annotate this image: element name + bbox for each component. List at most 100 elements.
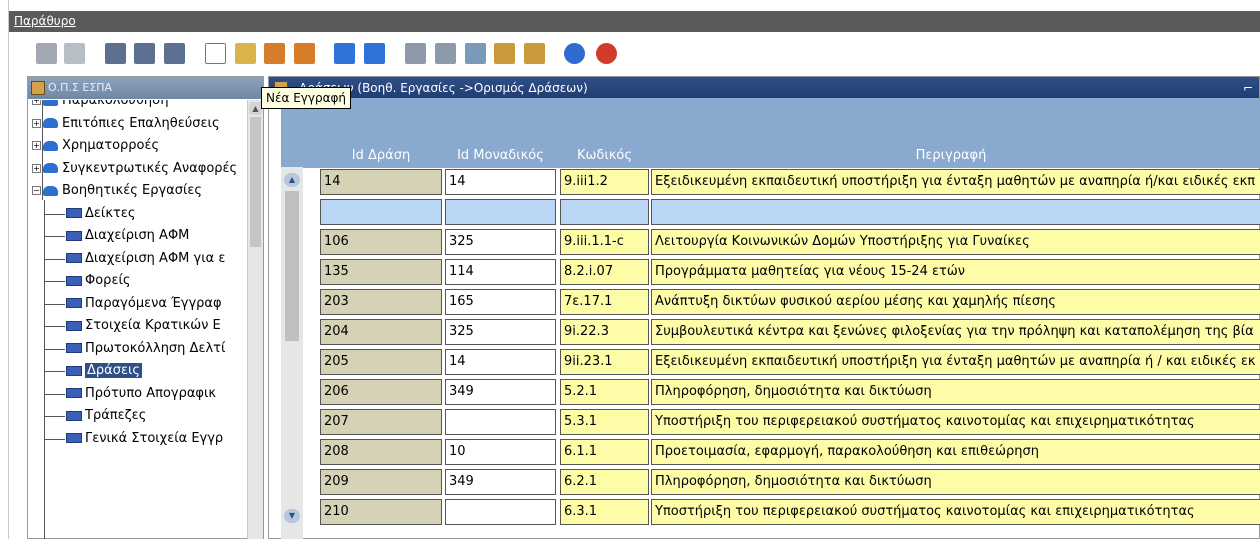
print-button[interactable]: [402, 40, 429, 67]
description-cell[interactable]: Λειτουργία Κοινωνικών Δομών Υποστήριξης …: [651, 229, 1260, 255]
tree-item[interactable]: Γενικά Στοιχεία Εγγρ: [66, 429, 223, 449]
tree-item[interactable]: + Χρηματορροές: [32, 136, 159, 156]
scroll-up-icon[interactable]: ▲: [284, 173, 300, 187]
arrow-down-button[interactable]: [361, 40, 388, 67]
description-cell[interactable]: Ανάπτυξη δικτύων φυσικού αερίου μέσης κα…: [651, 289, 1260, 315]
code-cell[interactable]: 8.2.i.07: [560, 259, 649, 285]
tree-item[interactable]: + Συγκεντρωτικές Αναφορές: [32, 159, 237, 179]
description-cell[interactable]: Προγράμματα μαθητείας για νέους 15-24 ετ…: [651, 259, 1260, 285]
menu-window[interactable]: Παράθυρο: [14, 14, 76, 28]
id-action-cell[interactable]: 106: [320, 229, 442, 255]
scrollbar-thumb[interactable]: [285, 191, 299, 341]
code-cell[interactable]: 9ii.23.1: [560, 349, 649, 375]
code-cell[interactable]: 6.3.1: [560, 499, 649, 525]
expand-icon[interactable]: +: [32, 141, 41, 150]
id-unique-cell[interactable]: 14: [445, 169, 556, 195]
id-unique-cell[interactable]: [445, 409, 556, 435]
delete-row-button[interactable]: [291, 40, 318, 67]
tree-item[interactable]: Δράσεις: [66, 361, 143, 381]
grid-scrollbar[interactable]: ▲ ▼: [281, 167, 303, 539]
exit-button[interactable]: [593, 40, 620, 67]
description-cell[interactable]: [651, 199, 1260, 225]
paste-button[interactable]: [521, 40, 548, 67]
id-action-cell[interactable]: 210: [320, 499, 442, 525]
tree-item[interactable]: Στοιχεία Κρατικών Ε: [66, 316, 221, 336]
tree-connector: [45, 303, 65, 305]
description-cell[interactable]: Εξειδικευμένη εκπαιδευτική υποστήριξη γι…: [651, 349, 1260, 375]
code-cell[interactable]: 9i.22.3: [560, 319, 649, 345]
tree-item-label: Παραγόμενα Έγγραφ: [85, 295, 222, 311]
tree-item[interactable]: Τράπεζες: [66, 406, 146, 426]
print-preview-button[interactable]: [432, 40, 459, 67]
id-unique-cell[interactable]: [445, 199, 556, 225]
tree-item[interactable]: + Παρακολούθηση: [32, 100, 169, 111]
tree-item[interactable]: + Επιτόπιες Επαληθεύσεις: [32, 114, 220, 134]
expand-icon[interactable]: +: [32, 118, 41, 128]
expand-icon[interactable]: +: [32, 100, 41, 105]
tree-item[interactable]: Διαχείριση ΑΦΜ για ε: [66, 249, 225, 269]
code-cell[interactable]: 5.3.1: [560, 409, 649, 435]
blank-page-button[interactable]: [202, 40, 229, 67]
minimize-icon[interactable]: ⌐: [1243, 77, 1253, 99]
check-button[interactable]: [61, 40, 88, 67]
tree-item[interactable]: Δείκτες: [66, 204, 135, 224]
tree-item[interactable]: − Βοηθητικές Εργασίες: [32, 181, 202, 201]
id-unique-cell[interactable]: 10: [445, 439, 556, 465]
id-unique-cell[interactable]: 14: [445, 349, 556, 375]
id-unique-cell[interactable]: 165: [445, 289, 556, 315]
id-action-cell[interactable]: 209: [320, 469, 442, 495]
id-unique-cell[interactable]: 325: [445, 319, 556, 345]
description-cell[interactable]: Υποστήριξη του περιφερειακού συστήματος …: [651, 409, 1260, 435]
id-action-cell[interactable]: [320, 199, 442, 225]
description-cell[interactable]: Προετοιμασία, εφαρμογή, παρακολούθηση κα…: [651, 439, 1260, 465]
tree-scrollbar[interactable]: ▲: [247, 100, 263, 539]
tree-item[interactable]: Πρότυπο Απογραφικ: [66, 384, 216, 404]
copy-button[interactable]: [491, 40, 518, 67]
description-cell[interactable]: Πληροφόρηση, δημοσιότητα και δικτύωση: [651, 469, 1260, 495]
id-action-cell[interactable]: 204: [320, 319, 442, 345]
id-action-cell[interactable]: 135: [320, 259, 442, 285]
id-action-cell[interactable]: 206: [320, 379, 442, 405]
insert-row-button[interactable]: [261, 40, 288, 67]
id-unique-cell[interactable]: 114: [445, 259, 556, 285]
code-cell[interactable]: 9.iii.1.1-c: [560, 229, 649, 255]
description-cell[interactable]: Εξειδικευμένη εκπαιδευτική υποστήριξη γι…: [651, 169, 1260, 195]
edit-button[interactable]: [462, 40, 489, 67]
record-clear-button[interactable]: [131, 40, 158, 67]
id-unique-cell[interactable]: 325: [445, 229, 556, 255]
description-cell[interactable]: Συμβουλευτικά κέντρα και ξενώνες φιλοξεν…: [651, 319, 1260, 345]
description-cell[interactable]: Υποστήριξη του περιφερειακού συστήματος …: [651, 499, 1260, 525]
id-action-cell[interactable]: 205: [320, 349, 442, 375]
scrollbar-thumb[interactable]: [250, 117, 261, 247]
id-action-cell[interactable]: 203: [320, 289, 442, 315]
collapse-icon[interactable]: −: [32, 186, 41, 195]
tree-item-label: Παρακολούθηση: [62, 100, 169, 108]
tree-item[interactable]: Διαχείριση ΑΦΜ: [66, 226, 189, 246]
new-record-button[interactable]: [232, 40, 259, 67]
record-prev-button[interactable]: [102, 40, 129, 67]
id-unique-cell[interactable]: 349: [445, 379, 556, 405]
id-action-cell[interactable]: 14: [320, 169, 442, 195]
id-unique-cell[interactable]: 349: [445, 469, 556, 495]
id-action-cell[interactable]: 208: [320, 439, 442, 465]
id-unique-cell[interactable]: [445, 499, 556, 525]
tree-item[interactable]: Φορείς: [66, 271, 131, 291]
code-cell[interactable]: [560, 199, 649, 225]
tree-item[interactable]: Πρωτοκόλληση Δελτί: [66, 339, 225, 359]
code-cell[interactable]: 7ε.17.1: [560, 289, 649, 315]
code-cell[interactable]: 9.iii1.2: [560, 169, 649, 195]
help-button[interactable]: [561, 40, 588, 67]
tree-item[interactable]: Παραγόμενα Έγγραφ: [66, 294, 222, 314]
code-cell[interactable]: 5.2.1: [560, 379, 649, 405]
book-icon: [43, 118, 58, 128]
scroll-down-icon[interactable]: ▼: [284, 509, 300, 523]
code-cell[interactable]: 6.1.1: [560, 439, 649, 465]
save-button[interactable]: [33, 40, 60, 67]
form-icon: [66, 433, 82, 443]
expand-icon[interactable]: +: [32, 163, 41, 173]
record-next-button[interactable]: [161, 40, 188, 67]
code-cell[interactable]: 6.2.1: [560, 469, 649, 495]
description-cell[interactable]: Πληροφόρηση, δημοσιότητα και δικτύωση: [651, 379, 1260, 405]
arrow-up-button[interactable]: [331, 40, 358, 67]
id-action-cell[interactable]: 207: [320, 409, 442, 435]
